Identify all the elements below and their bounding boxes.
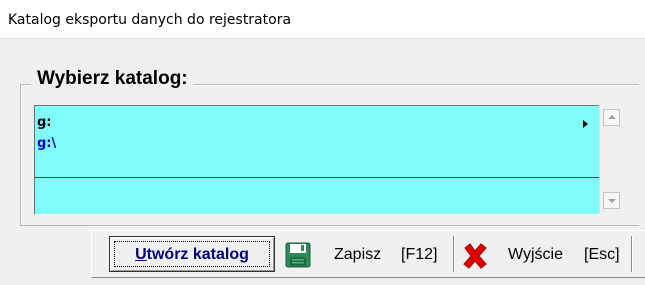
create-directory-button[interactable]: Utwórz katalog xyxy=(109,236,275,272)
chevron-down-icon xyxy=(608,199,616,203)
scroll-up-button[interactable] xyxy=(603,109,620,126)
save-label: Zapisz xyxy=(334,246,382,263)
exit-button[interactable]: Wyjście [Esc] xyxy=(457,236,632,272)
group-label: Wybierz katalog: xyxy=(31,68,194,90)
exit-shortcut: [Esc] xyxy=(584,246,620,263)
dialog-window: Katalog eksportu danych do rejestratora … xyxy=(0,0,645,285)
scroll-down-button[interactable] xyxy=(603,192,620,209)
chevron-up-icon xyxy=(608,115,616,119)
list-scrollbar[interactable] xyxy=(599,105,624,214)
list-item-drive[interactable]: g: xyxy=(37,115,52,130)
exit-label: Wyjście xyxy=(508,246,563,263)
list-divider xyxy=(35,177,600,178)
title-bar[interactable]: Katalog eksportu danych do rejestratora xyxy=(0,0,645,39)
window-title: Katalog eksportu danych do rejestratora xyxy=(8,12,292,28)
create-directory-label: Utwórz katalog xyxy=(135,246,249,263)
list-item-root[interactable]: g:\ xyxy=(37,136,56,151)
save-button[interactable]: Zapisz [F12] xyxy=(281,236,453,272)
save-shortcut: [F12] xyxy=(401,246,438,263)
expand-arrow-icon[interactable] xyxy=(583,120,588,128)
toolbar-separator-end xyxy=(631,236,633,272)
floppy-disk-icon xyxy=(285,242,311,268)
directory-list[interactable]: g: g:\ xyxy=(34,105,600,215)
toolbar-separator xyxy=(453,236,455,272)
red-x-icon xyxy=(463,243,487,269)
